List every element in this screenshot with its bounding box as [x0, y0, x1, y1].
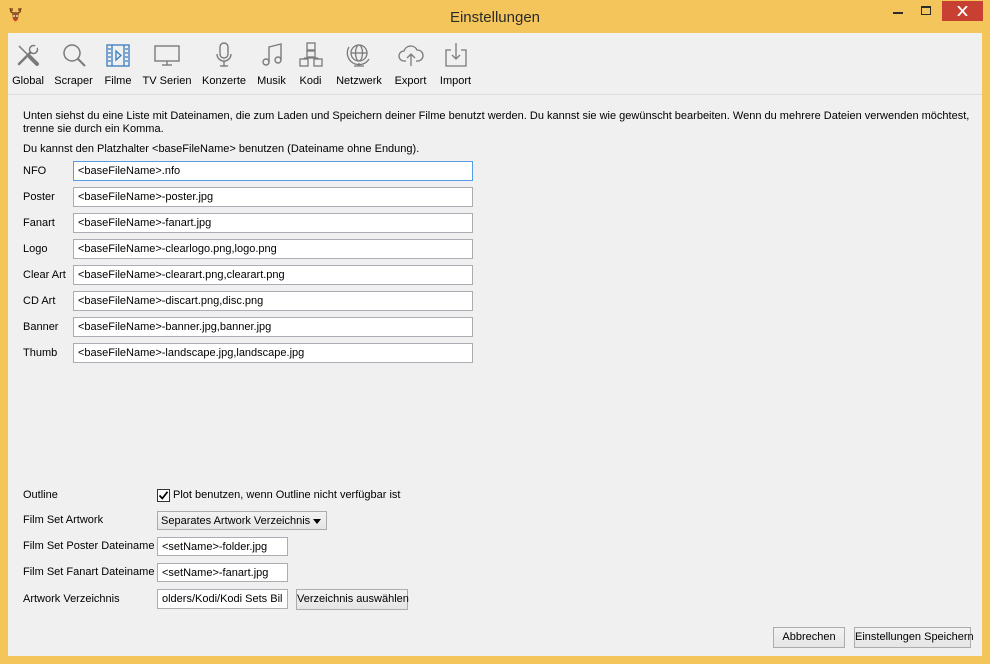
save-settings-button[interactable]: Einstellungen Speichern — [854, 627, 974, 648]
set-poster-input[interactable] — [157, 537, 288, 556]
set-artwork-dropdown[interactable]: Separates Artwork Verzeichnis — [157, 511, 327, 530]
thumb-label: Thumb — [23, 347, 58, 359]
tv-icon — [154, 45, 180, 66]
tools-icon — [17, 43, 40, 66]
set-artwork-label: Film Set Artwork — [23, 514, 104, 526]
close-button[interactable] — [942, 1, 983, 21]
artwork-dir-input[interactable] — [157, 589, 288, 609]
clear-art-input[interactable] — [73, 265, 473, 285]
close-icon — [957, 6, 968, 16]
tab-label: Import — [439, 75, 472, 87]
music-icon — [261, 43, 282, 66]
set-fanart-label: Film Set Fanart Dateiname — [23, 566, 155, 578]
set-artwork-selected: Separates Artwork Verzeichnis — [161, 515, 311, 527]
checkmark-icon — [158, 491, 169, 500]
thumb-input[interactable] — [73, 343, 473, 363]
nfo-label: NFO — [23, 165, 47, 177]
title-bar[interactable]: Einstellungen — [0, 0, 990, 33]
settings-window: Einstellungen Global Scraper Filme TV Se… — [0, 0, 990, 664]
nfo-input[interactable] — [73, 161, 473, 181]
set-fanart-input[interactable] — [157, 563, 288, 582]
logo-label: Logo — [23, 243, 48, 255]
fanart-label: Fanart — [23, 217, 55, 229]
network-icon — [346, 44, 370, 67]
hierarchy-icon — [298, 42, 323, 67]
fanart-input[interactable] — [73, 213, 473, 233]
banner-label: Banner — [23, 321, 59, 333]
toolbar-divider — [8, 94, 982, 95]
search-icon — [62, 44, 86, 67]
cloud-upload-icon — [397, 45, 424, 66]
outline-checkbox-label[interactable]: Plot benutzen, wenn Outline nicht verfüg… — [173, 489, 400, 502]
choose-directory-button[interactable]: Verzeichnis auswählen — [296, 589, 409, 610]
minimize-button[interactable] — [884, 1, 912, 21]
settings-panel: Global Scraper Filme TV Serien Konzerte … — [8, 33, 982, 656]
tab-import[interactable]: Import — [434, 38, 477, 90]
window-title: Einstellungen — [449, 9, 541, 26]
placeholder-hint: Du kannst den Platzhalter <baseFileName>… — [23, 143, 420, 155]
microphone-icon — [216, 42, 232, 67]
import-icon — [444, 43, 467, 67]
chevron-down-icon — [313, 519, 321, 524]
cd-art-input[interactable] — [73, 291, 473, 311]
banner-input[interactable] — [73, 317, 473, 337]
logo-input[interactable] — [73, 239, 473, 259]
clear-art-label: Clear Art — [23, 269, 66, 281]
intro-text: Unten siehst du eine Liste mit Dateiname… — [23, 110, 970, 135]
poster-label: Poster — [23, 191, 55, 203]
tab-scraper[interactable]: Scraper — [50, 38, 97, 90]
artwork-dir-label: Artwork Verzeichnis — [23, 593, 120, 605]
outline-label: Outline — [23, 489, 58, 501]
outline-checkbox[interactable] — [157, 489, 170, 502]
maximize-button[interactable] — [912, 1, 940, 21]
poster-input[interactable] — [73, 187, 473, 207]
film-icon — [106, 44, 130, 67]
cd-art-label: CD Art — [23, 295, 56, 307]
cancel-button[interactable]: Abbrechen — [773, 627, 845, 648]
set-poster-label: Film Set Poster Dateiname — [23, 540, 155, 552]
